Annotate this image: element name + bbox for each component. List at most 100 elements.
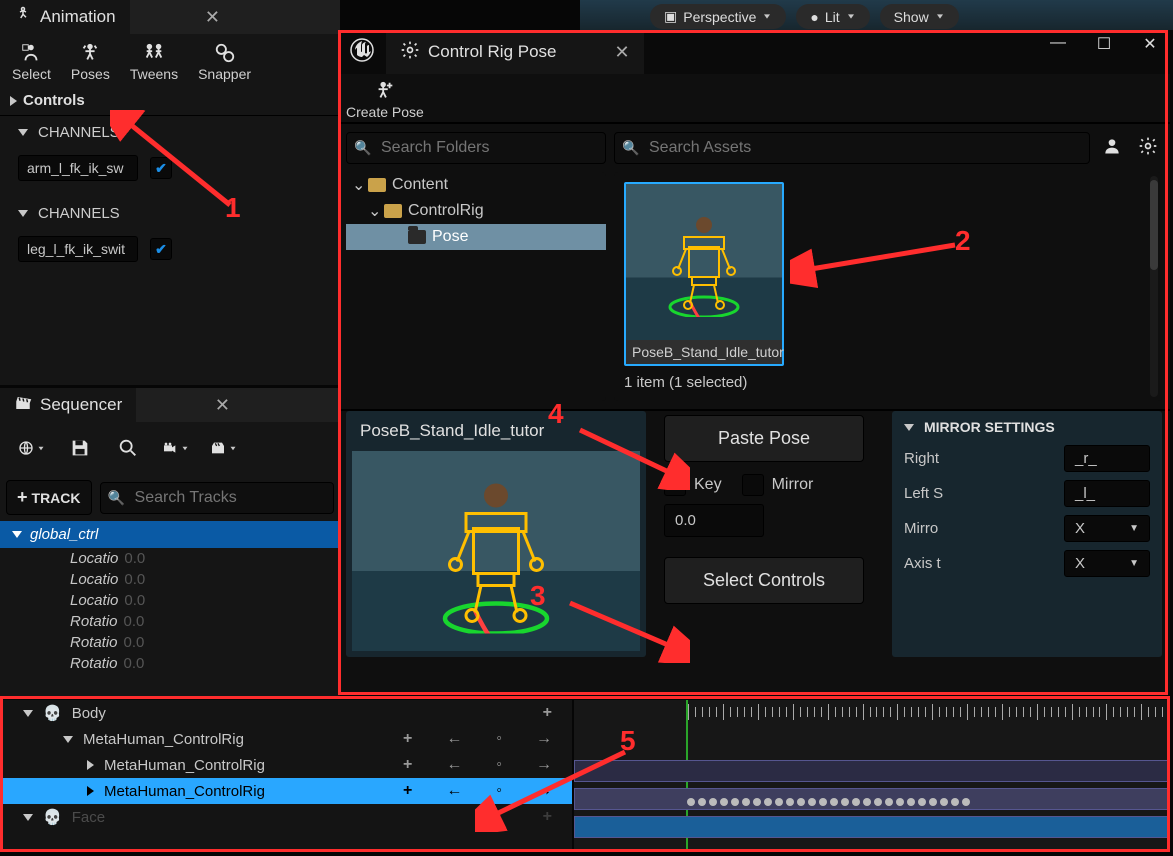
animation-tab-title: Animation <box>40 7 116 27</box>
create-pose-button[interactable]: Create Pose <box>346 80 424 120</box>
channel-checkbox-1[interactable] <box>150 157 172 179</box>
mirror-settings-title: MIRROR SETTINGS <box>924 419 1055 435</box>
next-key-icon[interactable]: → <box>536 730 552 748</box>
minimize-icon[interactable]: — <box>1046 34 1070 54</box>
crp-title: Control Rig Pose <box>428 42 557 62</box>
track-property-row[interactable]: Rotatio0.0 <box>0 611 340 632</box>
tree-content-label: Content <box>392 176 448 194</box>
tree-controlrig[interactable]: ⌄ControlRig <box>346 198 606 224</box>
channel-checkbox-2[interactable] <box>150 238 172 260</box>
add-key-section-icon-face[interactable]: + <box>543 808 552 826</box>
track-property-row[interactable]: Rotatio0.0 <box>0 632 340 653</box>
camera-icon[interactable] <box>162 434 190 462</box>
mirror-checkbox[interactable] <box>742 474 764 496</box>
add-key-icon[interactable]: + <box>403 782 412 800</box>
paste-pose-button[interactable]: Paste Pose <box>664 415 864 462</box>
channels-label-2: CHANNELS <box>38 205 120 222</box>
add-track-button[interactable]: +TRACK <box>6 480 92 515</box>
add-key-section-icon[interactable]: + <box>543 704 552 722</box>
track-property-row[interactable]: Rotatio0.0 <box>0 653 340 674</box>
asset-thumbnail[interactable]: PoseB_Stand_Idle_tutor <box>624 182 784 366</box>
keyframe-cluster[interactable] <box>687 793 973 811</box>
mirror-settings-header[interactable]: MIRROR SETTINGS <box>904 419 1150 435</box>
rig-track-row[interactable]: MetaHuman_ControlRig+←◦→ <box>3 778 572 804</box>
settings-icon[interactable] <box>1134 132 1162 160</box>
search-folders-input[interactable] <box>346 132 606 164</box>
search-assets-input[interactable] <box>614 132 1090 164</box>
paste-pose-label: Paste Pose <box>718 428 810 448</box>
snapper-label: Snapper <box>198 66 251 82</box>
key-checkbox[interactable] <box>664 474 686 496</box>
key-icon[interactable]: ◦ <box>496 782 502 800</box>
key-icon[interactable]: ◦ <box>496 730 502 748</box>
timeline-ruler[interactable] <box>574 700 1170 724</box>
track-property-row[interactable]: Locatio0.0 <box>0 569 340 590</box>
track-bar-1[interactable] <box>574 760 1170 782</box>
poses-tool[interactable]: Poses <box>71 42 110 82</box>
snapper-tool[interactable]: Snapper <box>198 42 251 82</box>
track-global-ctrl[interactable]: global_ctrl <box>0 521 340 548</box>
prev-key-icon[interactable]: ← <box>446 756 462 774</box>
close-icon-crp-tab[interactable]: ✕ <box>615 42 630 63</box>
mirror-right-field[interactable]: _r_ <box>1064 445 1150 472</box>
prev-key-icon[interactable]: ← <box>446 730 462 748</box>
select-label: Select <box>12 66 51 82</box>
tree-pose[interactable]: ⌄Pose <box>346 224 606 250</box>
globe-icon[interactable] <box>18 434 46 462</box>
mirror-settings: MIRROR SETTINGS Right_r_ Left S_l_ Mirro… <box>892 411 1162 657</box>
mirror-right-val: _r_ <box>1075 450 1097 467</box>
maximize-icon[interactable]: ☐ <box>1092 34 1116 54</box>
mirror-left-field[interactable]: _l_ <box>1064 480 1150 507</box>
rig-track-row[interactable]: MetaHuman_ControlRig+←◦→ <box>3 752 572 778</box>
asset-status: 1 item (1 selected) <box>624 374 1152 391</box>
channel-name-2[interactable] <box>18 236 138 262</box>
channels-section-2[interactable]: CHANNELS <box>0 197 340 230</box>
clapper-icon <box>14 394 32 417</box>
track-bar-2[interactable] <box>574 788 1170 810</box>
face-track[interactable]: 💀Face + <box>3 804 572 830</box>
key-label: Key <box>694 476 722 494</box>
mirror-axis-field[interactable]: X▼ <box>1064 515 1150 542</box>
show-button[interactable]: Show <box>880 4 959 29</box>
select-tool[interactable]: Select <box>12 42 51 82</box>
channels-section-1[interactable]: CHANNELS <box>0 116 340 149</box>
close-icon[interactable]: ✕ <box>205 7 220 28</box>
channel-name-1[interactable] <box>18 155 138 181</box>
next-key-icon[interactable]: → <box>536 756 552 774</box>
controls-label: Controls <box>23 92 85 109</box>
property-value: 0.0 <box>124 634 145 651</box>
user-icon[interactable] <box>1098 132 1126 160</box>
axis-flip-field[interactable]: X▼ <box>1064 550 1150 577</box>
timeline-area[interactable] <box>574 700 1170 850</box>
property-value: 0.0 <box>124 550 145 567</box>
rig-track-row[interactable]: MetaHuman_ControlRig+←◦→ <box>3 726 572 752</box>
scrollbar[interactable] <box>1150 176 1158 397</box>
select-controls-button[interactable]: Select Controls <box>664 557 864 604</box>
render-icon[interactable] <box>210 434 238 462</box>
track-property-row[interactable]: Locatio0.0 <box>0 548 340 569</box>
track-bar-3[interactable] <box>574 816 1170 838</box>
tree-content[interactable]: ⌄Content <box>346 172 606 198</box>
sequencer-tab[interactable]: Sequencer <box>0 388 136 422</box>
add-key-icon[interactable]: + <box>403 730 412 748</box>
save-icon[interactable] <box>66 434 94 462</box>
tweens-label: Tweens <box>130 66 178 82</box>
search-tracks-input[interactable] <box>100 482 334 514</box>
key-icon[interactable]: ◦ <box>496 756 502 774</box>
track-property-row[interactable]: Locatio0.0 <box>0 590 340 611</box>
blend-value-input[interactable] <box>664 504 764 537</box>
add-key-icon[interactable]: + <box>403 756 412 774</box>
close-icon-sequencer[interactable]: ✕ <box>215 395 230 416</box>
lit-button[interactable]: ●Lit <box>796 4 869 29</box>
search-icon[interactable] <box>114 434 142 462</box>
lit-label: Lit <box>825 9 840 25</box>
controls-section[interactable]: Controls <box>0 86 340 116</box>
close-window-icon[interactable]: ✕ <box>1138 34 1162 54</box>
prev-key-icon[interactable]: ← <box>446 782 462 800</box>
control-rig-pose-tab[interactable]: Control Rig Pose ✕ <box>386 30 644 74</box>
animation-tab[interactable]: Animation <box>0 0 130 34</box>
body-track[interactable]: 💀Body + <box>3 700 572 726</box>
next-key-icon[interactable]: → <box>536 782 552 800</box>
perspective-button[interactable]: ▣Perspective <box>650 4 786 29</box>
tweens-tool[interactable]: Tweens <box>130 42 178 82</box>
